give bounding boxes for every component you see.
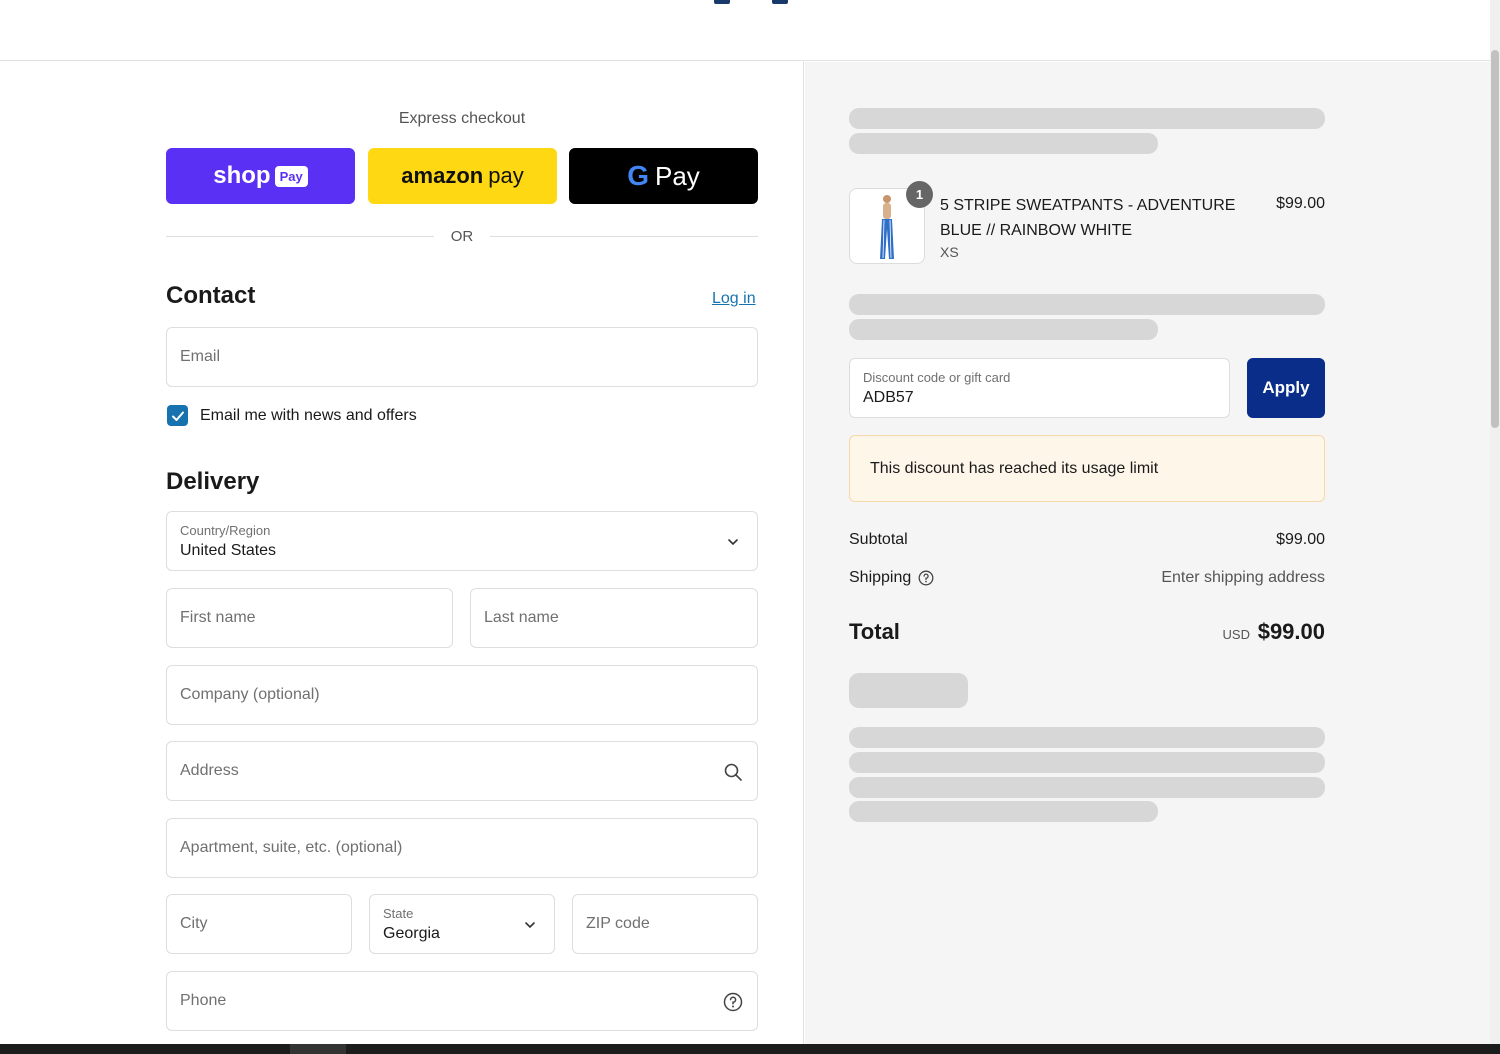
- os-taskbar: [0, 1044, 1500, 1054]
- google-g-icon: G: [627, 160, 649, 191]
- loading-placeholder: [849, 133, 1158, 154]
- or-separator: OR: [450, 228, 474, 245]
- search-icon[interactable]: [723, 762, 743, 782]
- total-label: Total: [849, 619, 900, 644]
- discount-value[interactable]: ADB57: [863, 389, 914, 407]
- checkmark-icon: [171, 411, 184, 421]
- login-link[interactable]: Log in: [712, 290, 756, 308]
- email-field[interactable]: [166, 327, 758, 387]
- zip-input[interactable]: [573, 895, 757, 953]
- company-input[interactable]: [167, 666, 757, 724]
- google-pay-text: Pay: [654, 160, 700, 191]
- first-name-field[interactable]: [166, 588, 453, 648]
- product-price: $99.00: [1276, 195, 1325, 212]
- newsletter-checkbox[interactable]: [167, 405, 188, 426]
- chevron-down-icon: [525, 922, 535, 929]
- shipping-label: Shipping: [849, 569, 912, 586]
- product-name: 5 STRIPE SWEATPANTS - ADVENTURE BLUE // …: [940, 197, 1236, 239]
- divider-left: [166, 236, 434, 237]
- state-label: State: [383, 906, 414, 921]
- store-logo-fragment: [772, 0, 788, 4]
- store-logo-fragment: [714, 0, 730, 4]
- city-field[interactable]: [166, 894, 352, 954]
- loading-placeholder: [849, 777, 1325, 798]
- discount-label: Discount code or gift card: [863, 370, 1011, 385]
- newsletter-label: Email me with news and offers: [200, 407, 417, 424]
- shop-pay-wordmark: shop: [213, 162, 271, 189]
- express-checkout-title: Express checkout: [398, 110, 526, 127]
- subtotal-label: Subtotal: [849, 531, 908, 548]
- shop-pay-badge: Pay: [274, 165, 308, 187]
- last-name-input[interactable]: [471, 589, 757, 647]
- loading-placeholder: [849, 801, 1158, 822]
- state-value: Georgia: [383, 925, 440, 942]
- shipping-value: Enter shipping address: [1161, 569, 1325, 586]
- total-currency: USD: [1222, 627, 1250, 642]
- address-field[interactable]: [166, 741, 758, 801]
- loading-placeholder: [849, 108, 1325, 129]
- help-circle-icon[interactable]: [723, 992, 743, 1012]
- help-circle-icon[interactable]: [918, 570, 934, 586]
- apartment-input[interactable]: [167, 819, 757, 877]
- discount-error-banner: This discount has reached its usage limi…: [849, 435, 1325, 502]
- loading-placeholder: [849, 673, 968, 708]
- discount-code-field[interactable]: Discount code or gift card ADB57: [849, 358, 1230, 418]
- checkout-header: [0, 0, 1490, 61]
- first-name-input[interactable]: [167, 589, 452, 647]
- page-scrollbar[interactable]: [1490, 0, 1500, 1044]
- product-variant: XS: [940, 244, 959, 260]
- loading-placeholder: [849, 294, 1325, 315]
- subtotal-value: $99.00: [1276, 531, 1325, 548]
- loading-placeholder: [849, 319, 1158, 340]
- city-input[interactable]: [167, 895, 351, 953]
- state-select[interactable]: State Georgia: [369, 894, 555, 954]
- google-pay-button[interactable]: G Pay: [569, 148, 758, 204]
- discount-error-text: This discount has reached its usage limi…: [870, 459, 1159, 477]
- divider-right: [490, 236, 758, 237]
- quantity-badge: 1: [906, 181, 933, 208]
- shipping-row-label: Shipping: [849, 569, 934, 587]
- last-name-field[interactable]: [470, 588, 758, 648]
- loading-placeholder: [849, 752, 1325, 773]
- zip-field[interactable]: [572, 894, 758, 954]
- total-value: $99.00: [1257, 619, 1325, 644]
- amazon-pay-text: pay: [488, 163, 524, 188]
- phone-field[interactable]: [166, 971, 758, 1031]
- country-select[interactable]: Country/Region United States: [166, 511, 758, 571]
- apartment-field[interactable]: [166, 818, 758, 878]
- scrollbar-thumb[interactable]: [1491, 50, 1499, 428]
- delivery-heading: Delivery: [166, 468, 260, 495]
- apply-discount-button[interactable]: Apply: [1247, 358, 1325, 418]
- chevron-down-icon: [728, 539, 738, 546]
- taskbar-app-button[interactable]: [290, 1044, 346, 1054]
- contact-heading: Contact: [166, 282, 256, 309]
- phone-input[interactable]: [167, 972, 757, 1030]
- loading-placeholder: [849, 727, 1325, 748]
- email-input[interactable]: [167, 328, 757, 386]
- amazon-pay-button[interactable]: amazon pay: [368, 148, 557, 204]
- country-value: United States: [180, 542, 277, 559]
- country-label: Country/Region: [180, 523, 271, 538]
- amazon-wordmark: amazon: [401, 163, 484, 188]
- shop-pay-button[interactable]: shop Pay: [166, 148, 355, 204]
- company-field[interactable]: [166, 665, 758, 725]
- address-input[interactable]: [167, 742, 757, 800]
